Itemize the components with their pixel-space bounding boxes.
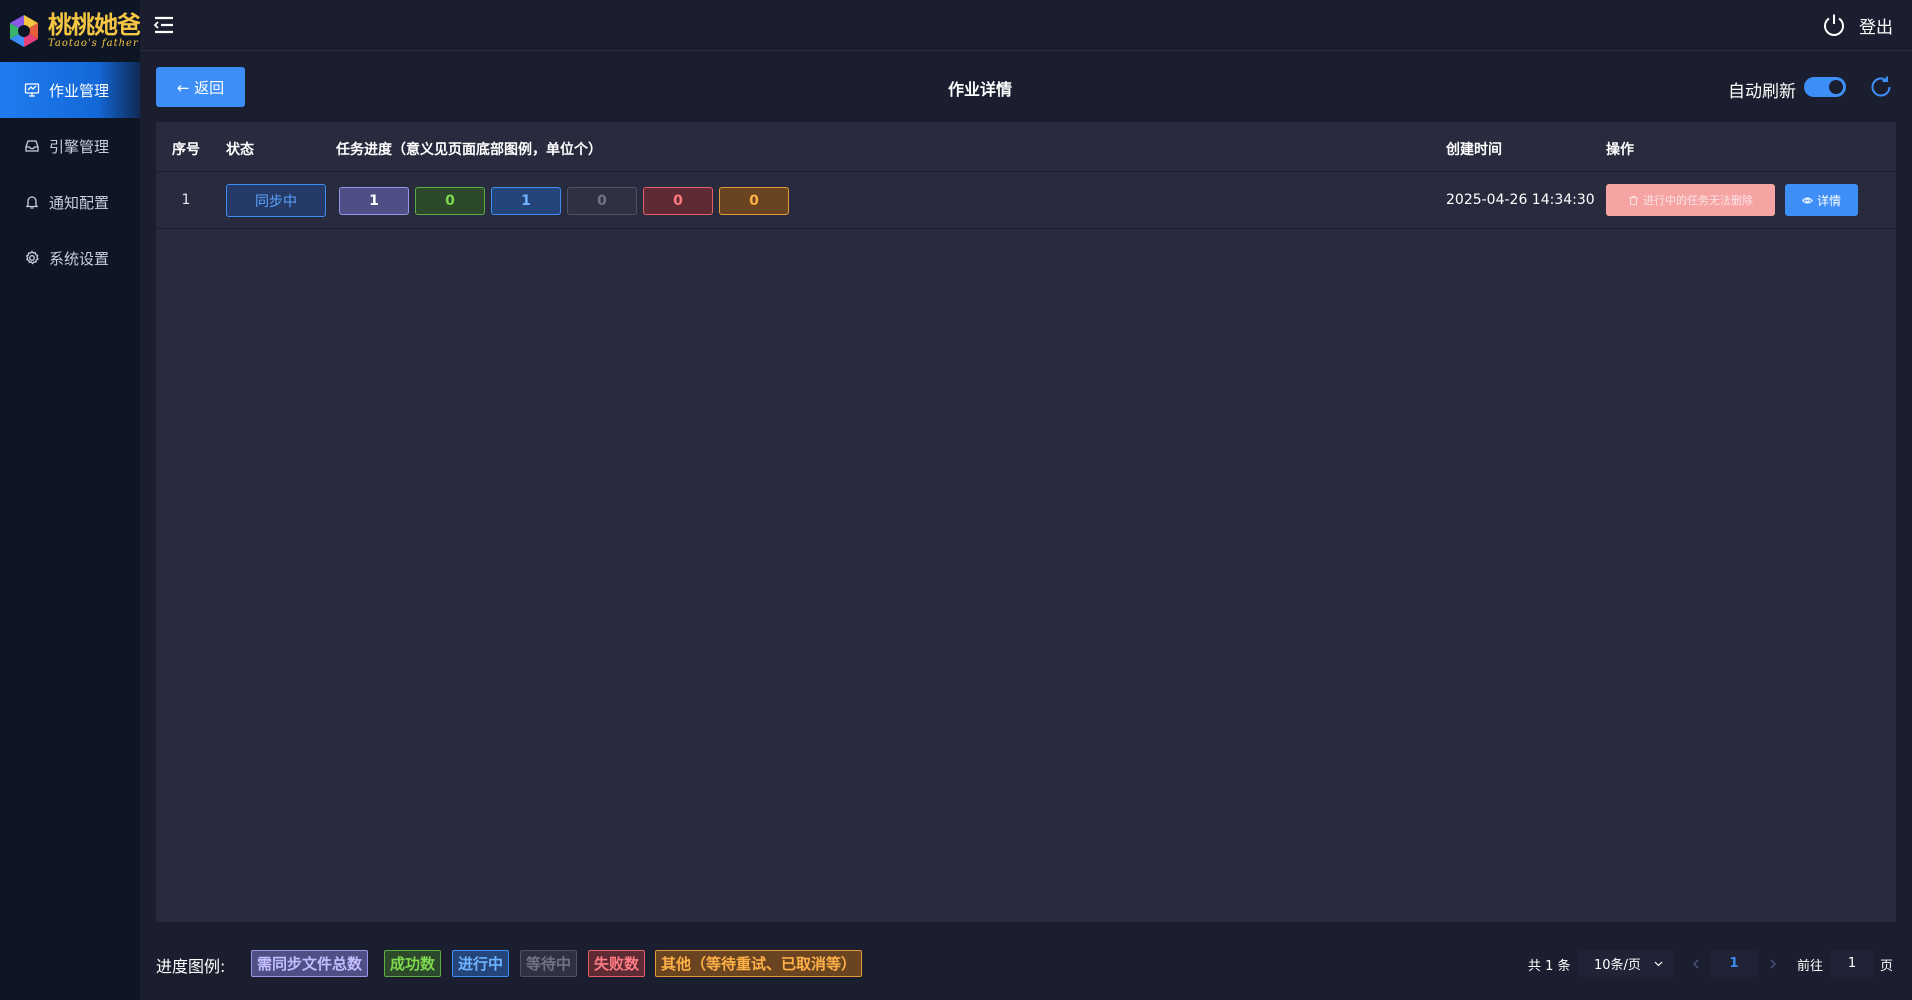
- legend-failed: 失败数: [588, 950, 646, 977]
- legend-success: 成功数: [384, 950, 442, 977]
- auto-refresh-label: 自动刷新: [1728, 82, 1796, 102]
- app-logo: 桃桃她爸 Taotao's father: [0, 0, 141, 62]
- goto-page-input[interactable]: [1830, 950, 1874, 977]
- bell-icon: [24, 194, 40, 210]
- sidebar-item-label: 通知配置: [49, 193, 110, 212]
- trash-icon: [1628, 195, 1639, 206]
- legend-waiting: 等待中: [520, 950, 578, 977]
- logo-mark-icon: [10, 15, 38, 47]
- status-badge: 同步中: [226, 184, 326, 217]
- header-actions: 操作: [1606, 142, 1634, 158]
- progress-running-badge: 1: [491, 187, 561, 215]
- legend-label: 进度图例:: [156, 957, 226, 976]
- row-index: 1: [181, 192, 191, 208]
- sidebar-item-label: 系统设置: [49, 249, 110, 268]
- sidebar-item-label: 引擎管理: [49, 137, 110, 156]
- page-number-current[interactable]: 1: [1710, 950, 1758, 977]
- header-progress: 任务进度（意义见页面底部图例，单位个）: [336, 142, 602, 158]
- next-page-button[interactable]: [1760, 950, 1786, 977]
- page-size-value: 10条/页: [1594, 958, 1641, 973]
- inbox-icon: [24, 138, 40, 154]
- delete-button-label: 进行中的任务无法删除: [1643, 194, 1753, 207]
- goto-label: 前往: [1797, 959, 1824, 974]
- page-size-select[interactable]: 10条/页: [1578, 950, 1674, 977]
- chevron-down-icon: [1654, 961, 1663, 967]
- progress-other-badge: 0: [719, 187, 789, 215]
- refresh-icon[interactable]: [1868, 74, 1894, 100]
- sidebar-item-jobs[interactable]: 作业管理: [0, 62, 140, 118]
- progress-success-badge: 0: [415, 187, 485, 215]
- gear-icon: [24, 250, 40, 266]
- table-row: 1 同步中 1 0 1 0 0 0 2025-04-26 14:34:30 进行…: [156, 172, 1896, 229]
- delete-button[interactable]: 进行中的任务无法删除: [1606, 184, 1775, 216]
- logout-label: 登出: [1859, 17, 1893, 38]
- sidebar: 桃桃她爸 Taotao's father 作业管理 引擎管理 通知配置 系统设置: [0, 0, 141, 1000]
- back-button[interactable]: ← 返回: [156, 67, 245, 107]
- created-time: 2025-04-26 14:34:30: [1446, 192, 1595, 208]
- logo-subtitle: Taotao's father: [48, 38, 139, 49]
- sidebar-item-notifications[interactable]: 通知配置: [0, 174, 140, 230]
- top-header: 登出: [140, 0, 1912, 51]
- prev-page-button[interactable]: [1683, 950, 1709, 977]
- header-index: 序号: [172, 142, 200, 158]
- monitor-icon: [24, 82, 40, 98]
- legend-running: 进行中: [452, 950, 510, 977]
- eye-icon: [1802, 195, 1813, 206]
- sidebar-item-settings[interactable]: 系统设置: [0, 230, 140, 286]
- progress-failed-badge: 0: [643, 187, 713, 215]
- chevron-right-icon: [1770, 959, 1776, 968]
- legend-other: 其他（等待重试、已取消等）: [655, 950, 863, 977]
- header-created: 创建时间: [1446, 142, 1502, 158]
- goto-suffix: 页: [1880, 959, 1894, 974]
- detail-button[interactable]: 详情: [1785, 184, 1858, 216]
- progress-waiting-badge: 0: [567, 187, 637, 215]
- sidebar-item-label: 作业管理: [49, 81, 110, 100]
- logout-button[interactable]: 登出: [1821, 12, 1893, 38]
- table-header: 序号 状态 任务进度（意义见页面底部图例，单位个） 创建时间 操作: [156, 122, 1896, 172]
- logo-title: 桃桃她爸: [48, 10, 141, 39]
- page-title: 作业详情: [947, 80, 1012, 99]
- progress-total-badge: 1: [339, 187, 409, 215]
- pagination-total: 共 1 条: [1528, 959, 1571, 974]
- header-status: 状态: [226, 142, 254, 158]
- menu-collapse-icon[interactable]: [153, 14, 175, 36]
- sidebar-item-engines[interactable]: 引擎管理: [0, 118, 140, 174]
- auto-refresh-toggle[interactable]: [1804, 77, 1846, 97]
- chevron-left-icon: [1693, 959, 1699, 968]
- legend-total: 需同步文件总数: [251, 950, 369, 977]
- job-detail-table: 序号 状态 任务进度（意义见页面底部图例，单位个） 创建时间 操作 1 同步中 …: [156, 122, 1896, 922]
- power-icon: [1824, 14, 1844, 36]
- detail-button-label: 详情: [1816, 193, 1841, 208]
